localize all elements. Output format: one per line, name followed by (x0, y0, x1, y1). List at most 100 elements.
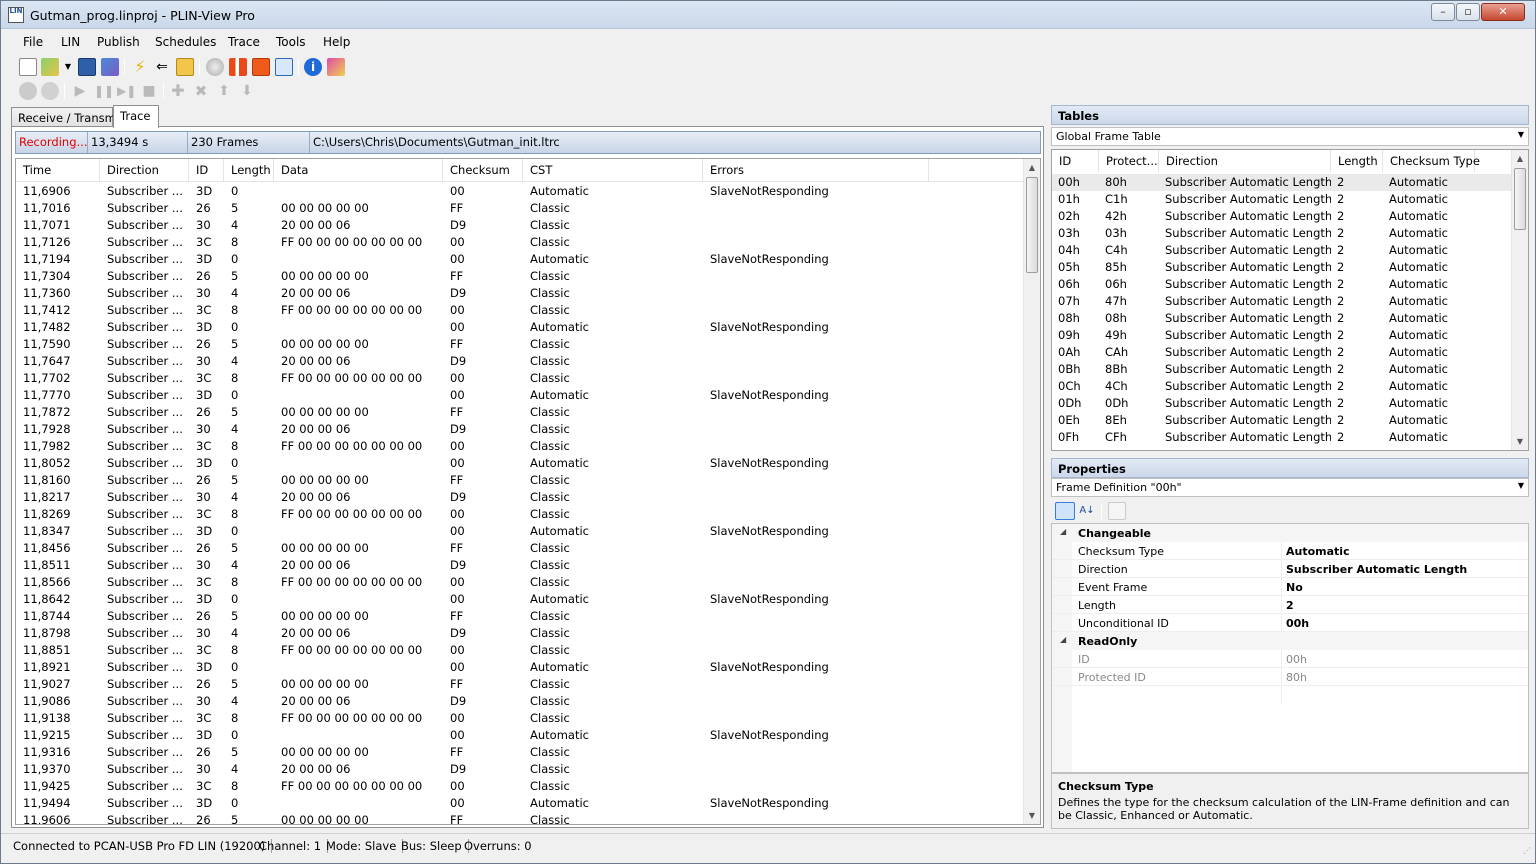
table-row[interactable]: 05h 85h Subscriber Automatic Length 2 Automa… (1052, 259, 1512, 276)
save-icon[interactable] (78, 58, 96, 76)
table-row[interactable]: 11,7412 Subscriber ... 3C 8 FF 00 00 00 00 0… (16, 302, 1026, 319)
back-arrow-icon[interactable]: ⇐ (153, 58, 171, 76)
table-row[interactable]: 11,9370 Subscriber ... 30 4 20 00 00 06 D9 Cla… (16, 761, 1026, 778)
table-row[interactable]: 11,9138 Subscriber ... 3C 8 FF 00 00 00 00 0… (16, 710, 1026, 727)
table-row[interactable]: 11,7928 Subscriber ... 30 4 20 00 00 06 D9 Cla… (16, 421, 1026, 438)
gear-settings-icon[interactable] (41, 82, 59, 100)
table-row[interactable]: 08h 08h Subscriber Automatic Length 2 Automa… (1052, 310, 1512, 327)
property-row[interactable]: Event Frame No (1052, 578, 1528, 596)
column-header-direction[interactable]: Direction (1159, 150, 1331, 172)
open-icon[interactable] (41, 58, 59, 76)
table-row[interactable]: 0Ch 4Ch Subscriber Automatic Length 2 Automa… (1052, 378, 1512, 395)
table-row[interactable]: 11,7360 Subscriber ... 30 4 20 00 00 06 D9 Cla… (16, 285, 1026, 302)
column-header-length[interactable]: Length (224, 159, 274, 182)
property-value[interactable]: Automatic (1286, 545, 1350, 558)
table-row[interactable]: 11,7770 Subscriber ... 3D 0 00 Automatic Slave… (16, 387, 1026, 404)
menu-publish[interactable]: Publish (97, 35, 140, 49)
menu-lin[interactable]: LIN (61, 35, 80, 49)
table-row[interactable]: 11,8052 Subscriber ... 3D 0 00 Automatic Slave… (16, 455, 1026, 472)
maximize-button[interactable]: ▫ (1456, 3, 1480, 21)
table-row[interactable]: 00h 80h Subscriber Automatic Length 2 Automa… (1052, 174, 1512, 191)
table-row[interactable]: 0Ah CAh Subscriber Automatic Length 2 Automa… (1052, 344, 1512, 361)
window-icon[interactable] (275, 58, 293, 76)
chevron-down-icon[interactable]: ▼ (1518, 130, 1524, 139)
tab-receive-transmit[interactable]: Receive / Transmit (11, 107, 124, 127)
table-row[interactable]: 11,7194 Subscriber ... 3D 0 00 Automatic Slave… (16, 251, 1026, 268)
table-row[interactable]: 11,7982 Subscriber ... 3C 8 FF 00 00 00 00 0… (16, 438, 1026, 455)
table-row[interactable]: 11,8798 Subscriber ... 30 4 20 00 00 06 D9 Cla… (16, 625, 1026, 642)
book-icon[interactable] (327, 58, 345, 76)
properties-object-select[interactable]: Frame Definition "00h" ▼ (1051, 478, 1529, 497)
table-row[interactable]: 11,8642 Subscriber ... 3D 0 00 Automatic Slave… (16, 591, 1026, 608)
table-row[interactable]: 11,7702 Subscriber ... 3C 8 FF 00 00 00 00 0… (16, 370, 1026, 387)
property-row[interactable]: Direction Subscriber Automatic Length (1052, 560, 1528, 578)
menu-schedules[interactable]: Schedules (155, 35, 216, 49)
table-select[interactable]: Global Frame Table ▼ (1051, 127, 1529, 146)
menu-tools[interactable]: Tools (276, 35, 306, 49)
table-row[interactable]: 02h 42h Subscriber Automatic Length 2 Automa… (1052, 208, 1512, 225)
tab-trace[interactable]: Trace (113, 105, 159, 128)
property-value[interactable]: Subscriber Automatic Length (1286, 563, 1467, 576)
property-row[interactable]: Protected ID 80h (1052, 668, 1528, 686)
column-header-length[interactable]: Length (1331, 150, 1383, 172)
title-bar[interactable]: LIN Gutman_prog.linproj - PLIN-View Pro … (1, 1, 1535, 29)
table-row[interactable]: 0Bh 8Bh Subscriber Automatic Length 2 Automa… (1052, 361, 1512, 378)
mail-icon[interactable] (176, 58, 194, 76)
frame-table-grid[interactable]: ID Protect... Direction Length Checksum … (1051, 149, 1529, 451)
table-row[interactable]: 11,8217 Subscriber ... 30 4 20 00 00 06 D9 Cla… (16, 489, 1026, 506)
connect-icon[interactable]: ⚡ (131, 58, 149, 76)
minimize-button[interactable]: – (1431, 3, 1455, 21)
property-row[interactable]: ID 00h (1052, 650, 1528, 668)
column-header-protected[interactable]: Protect... (1099, 150, 1159, 172)
property-grid[interactable]: ◢ Changeable Checksum Type Automatic Directi… (1051, 523, 1529, 773)
export-icon[interactable] (101, 58, 119, 76)
collapse-icon[interactable]: ◢ (1060, 527, 1066, 536)
table-row[interactable]: 0Fh CFh Subscriber Automatic Length 2 Automa… (1052, 429, 1512, 446)
info-icon[interactable]: i (304, 58, 322, 76)
table-row[interactable]: 11,7126 Subscriber ... 3C 8 FF 00 00 00 00 0… (16, 234, 1026, 251)
property-row[interactable]: Unconditional ID 00h (1052, 614, 1528, 632)
table-row[interactable]: 11,7016 Subscriber ... 26 5 00 00 00 00 00 FF… (16, 200, 1026, 217)
resize-grip-icon[interactable]: ⋰ (1523, 846, 1531, 855)
table-row[interactable]: 06h 06h Subscriber Automatic Length 2 Automa… (1052, 276, 1512, 293)
scroll-down-icon[interactable]: ▼ (1024, 807, 1040, 824)
table-row[interactable]: 11,7872 Subscriber ... 26 5 00 00 00 00 00 FF… (16, 404, 1026, 421)
record-icon[interactable] (206, 58, 224, 76)
table-row[interactable]: 11,8511 Subscriber ... 30 4 20 00 00 06 D9 Cla… (16, 557, 1026, 574)
table-row[interactable]: 11,9027 Subscriber ... 26 5 00 00 00 00 00 FF… (16, 676, 1026, 693)
property-pages-icon[interactable] (1108, 502, 1126, 520)
table-row[interactable]: 07h 47h Subscriber Automatic Length 2 Automa… (1052, 293, 1512, 310)
property-row[interactable]: Checksum Type Automatic (1052, 542, 1528, 560)
delete-icon[interactable]: ✖ (192, 82, 210, 100)
property-value[interactable]: 2 (1286, 599, 1294, 612)
table-row[interactable]: 11,9606 Subscriber ... 26 5 00 00 00 00 00 FF… (16, 812, 1026, 824)
column-header-checksum[interactable]: Checksum (443, 159, 523, 182)
pause-icon[interactable]: ❚❚ (94, 82, 114, 100)
stop-icon[interactable]: ■ (140, 82, 158, 100)
table-row[interactable]: 0Eh 8Eh Subscriber Automatic Length 2 Automa… (1052, 412, 1512, 429)
table-row[interactable]: 11,8269 Subscriber ... 3C 8 FF 00 00 00 00 0… (16, 506, 1026, 523)
table-row[interactable]: 11,7590 Subscriber ... 26 5 00 00 00 00 00 FF… (16, 336, 1026, 353)
column-header-checksum-type[interactable]: Checksum Type (1383, 150, 1480, 172)
table-row[interactable]: 11,7071 Subscriber ... 30 4 20 00 00 06 D9 Cla… (16, 217, 1026, 234)
add-icon[interactable]: ✚ (169, 82, 187, 100)
collapse-icon[interactable]: ◢ (1060, 635, 1066, 644)
property-value[interactable]: No (1286, 581, 1303, 594)
categorized-icon[interactable] (1055, 502, 1075, 520)
column-header-data[interactable]: Data (274, 159, 443, 182)
table-row[interactable]: 11,8921 Subscriber ... 3D 0 00 Automatic Slave… (16, 659, 1026, 676)
down-arrow-icon[interactable]: ⬇ (238, 82, 256, 100)
property-category[interactable]: ◢ Changeable (1052, 524, 1528, 542)
property-category[interactable]: ◢ ReadOnly (1052, 632, 1528, 650)
table-row[interactable]: 11,9494 Subscriber ... 3D 0 00 Automatic Slave… (16, 795, 1026, 812)
table-row[interactable]: 01h C1h Subscriber Automatic Length 2 Automa… (1052, 191, 1512, 208)
play-icon[interactable]: ▶ (71, 82, 89, 100)
tables-scrollbar[interactable]: ▲ ▼ (1511, 150, 1528, 450)
scroll-down-icon[interactable]: ▼ (1512, 433, 1528, 450)
table-row[interactable]: 11,8456 Subscriber ... 26 5 00 00 00 00 00 FF… (16, 540, 1026, 557)
pause-icon[interactable] (229, 58, 247, 76)
table-row[interactable]: 11,9316 Subscriber ... 26 5 00 00 00 00 00 FF… (16, 744, 1026, 761)
table-row[interactable]: 0Dh 0Dh Subscriber Automatic Length 2 Automa… (1052, 395, 1512, 412)
stop-icon[interactable] (252, 58, 270, 76)
table-row[interactable]: 04h C4h Subscriber Automatic Length 2 Automa… (1052, 242, 1512, 259)
